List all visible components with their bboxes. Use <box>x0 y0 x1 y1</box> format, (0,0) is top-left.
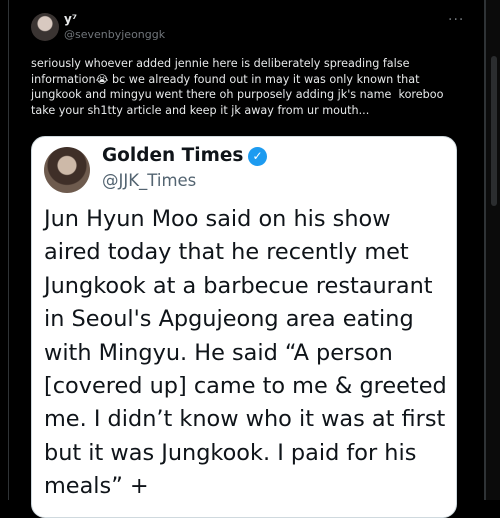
quote-line-2: aired today that he recently met <box>44 239 409 266</box>
post-line-4: take your sh1tty article and keep it jk … <box>31 103 370 117</box>
more-options-icon[interactable]: ··· <box>448 12 464 28</box>
quoted-author-name[interactable]: Golden Times <box>102 145 243 166</box>
quote-line-1: Jun Hyun Moo said on his show <box>44 206 391 232</box>
quote-line-9: meals” + <box>44 473 149 500</box>
quote-line-5: with Mingyu. He said “A person <box>44 339 393 366</box>
scrollbar-thumb[interactable] <box>491 56 497 206</box>
post-line-1: seriously whoever added jennie here is d… <box>31 57 410 70</box>
crying-emoji-icon: 😭 <box>95 72 109 86</box>
left-column-border <box>8 0 9 500</box>
author-name[interactable]: y⁷ <box>64 12 77 26</box>
quoted-author-handle[interactable]: @JJK_Times <box>102 171 196 190</box>
verified-badge-icon: ✓ <box>248 147 267 166</box>
post-line-2: information <box>31 72 96 86</box>
quote-line-6: [covered up] came to me & greeted <box>44 373 447 400</box>
post-text: seriously whoever added jennie here is d… <box>31 56 471 118</box>
quote-line-7: me. I didn’t know who it was at first <box>44 406 446 433</box>
quoted-tweet-text: Jun Hyun Moo said on his show aired toda… <box>44 203 456 504</box>
quote-line-8: but it was Jungkook. I paid for his <box>44 439 417 466</box>
quoted-author-avatar[interactable] <box>44 147 90 193</box>
author-avatar[interactable] <box>31 13 59 41</box>
post-line-3: jungkook and mingyu went there oh purpos… <box>31 88 444 102</box>
quoted-tweet-card[interactable]: Golden Times ✓ @JJK_Times Jun Hyun Moo s… <box>31 136 457 518</box>
quote-line-3: Jungkook at a barbecue restaurant <box>44 272 433 299</box>
post-line-2b: bc we already found out in may it was on… <box>108 72 420 86</box>
quote-line-4: in Seoul's Apgujeong area eating <box>44 306 414 333</box>
author-handle[interactable]: @sevenbyjeonggk <box>64 28 165 41</box>
